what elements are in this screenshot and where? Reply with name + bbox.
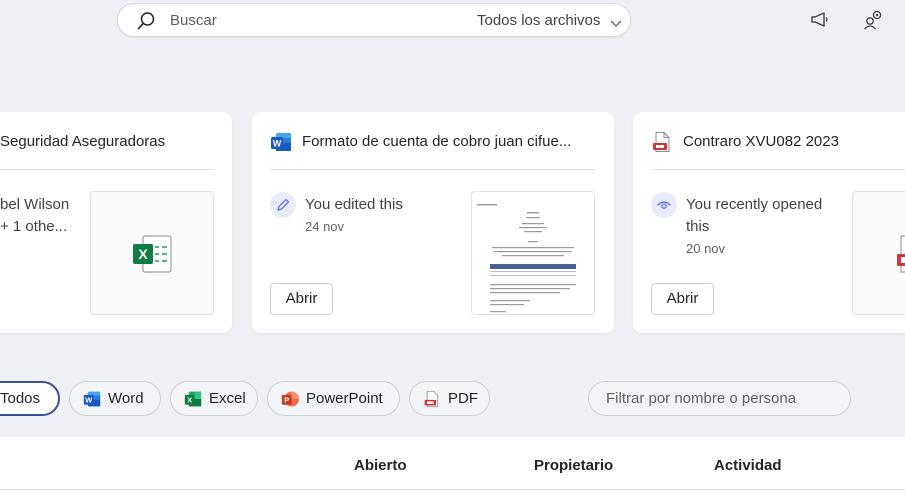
filter-chip-word[interactable]: W Word (69, 381, 161, 416)
header-divider (0, 489, 905, 490)
search-scope-dropdown[interactable]: Todos los archivos (477, 12, 600, 29)
card-activity: You edited this 24 nov (305, 194, 403, 238)
svg-text:W: W (273, 139, 282, 149)
open-button[interactable]: Abrir (270, 283, 333, 315)
file-thumbnail[interactable]: X (90, 191, 214, 315)
file-table-header: Abierto Propietario Actividad (0, 437, 905, 500)
pdf-icon (423, 390, 441, 412)
open-button[interactable]: Abrir (651, 283, 714, 315)
chip-label: Excel (209, 390, 246, 407)
activity-date: 20 nov (686, 241, 726, 256)
name-filter-input[interactable]: Filtrar por nombre o persona (588, 381, 851, 416)
svg-text:P: P (284, 396, 289, 405)
powerpoint-icon: P (281, 390, 299, 412)
word-icon: W (270, 131, 292, 158)
column-header-propietario[interactable]: Propietario (534, 457, 613, 474)
recent-file-card[interactable]: Contraro XVU082 2023 You recently opened… (633, 112, 905, 333)
chip-label: Word (108, 390, 144, 407)
card-activity: You recently opened this 20 nov (686, 194, 822, 260)
filter-chip-excel[interactable]: X Excel (170, 381, 258, 416)
eye-icon (657, 201, 671, 209)
pencil-icon (277, 198, 290, 211)
card-owner: bel Wilson + 1 othe... (0, 194, 69, 238)
excel-icon: X (184, 390, 202, 412)
card-title: Seguridad Aseguradoras (0, 133, 166, 150)
filter-chip-todos[interactable]: Todos (0, 381, 60, 416)
owner-name: bel Wilson (0, 196, 70, 213)
activity-date: 24 nov (305, 219, 345, 234)
card-title[interactable]: Formato de cuenta de cobro juan cifue... (302, 133, 571, 150)
megaphone-icon[interactable] (809, 9, 831, 31)
filter-placeholder: Filtrar por nombre o persona (606, 390, 797, 407)
chevron-down-icon[interactable] (610, 15, 622, 33)
people-settings-icon[interactable] (862, 9, 884, 31)
svg-text:X: X (187, 396, 192, 405)
svg-text:X: X (138, 246, 148, 262)
card-title[interactable]: Contraro XVU082 2023 (683, 133, 839, 150)
activity-text: You edited this (305, 196, 403, 213)
chip-label: Todos (0, 390, 41, 407)
file-thumbnail[interactable] (471, 191, 595, 315)
view-badge (651, 192, 677, 218)
chip-label: PowerPoint (306, 390, 383, 407)
card-divider (270, 169, 596, 170)
svg-text:W: W (85, 396, 92, 405)
owner-more: + 1 othe... (0, 218, 68, 235)
pdf-file-icon (897, 235, 905, 273)
pdf-icon (651, 131, 673, 158)
search-icon (136, 11, 156, 36)
column-header-actividad[interactable]: Actividad (714, 457, 782, 474)
recent-file-card[interactable]: W Formato de cuenta de cobro juan cifue.… (252, 112, 614, 333)
edit-badge (270, 192, 296, 218)
excel-icon: X (133, 235, 172, 273)
card-divider (0, 169, 214, 170)
search-input[interactable]: Buscar (170, 12, 217, 29)
card-divider (651, 169, 905, 170)
activity-text-cont: this (686, 218, 710, 235)
document-preview-icon (477, 204, 576, 313)
activity-text: You recently opened (686, 196, 823, 213)
recent-file-card[interactable]: Seguridad Aseguradoras bel Wilson + 1 ot… (0, 112, 232, 333)
word-icon: W (83, 390, 101, 412)
column-header-abierto[interactable]: Abierto (354, 457, 407, 474)
chip-label: PDF (448, 390, 478, 407)
search-bar[interactable]: Buscar Todos los archivos (117, 3, 631, 37)
filter-chip-powerpoint[interactable]: P PowerPoint (267, 381, 400, 416)
file-thumbnail[interactable] (852, 191, 905, 315)
filter-chip-pdf[interactable]: PDF (409, 381, 490, 416)
